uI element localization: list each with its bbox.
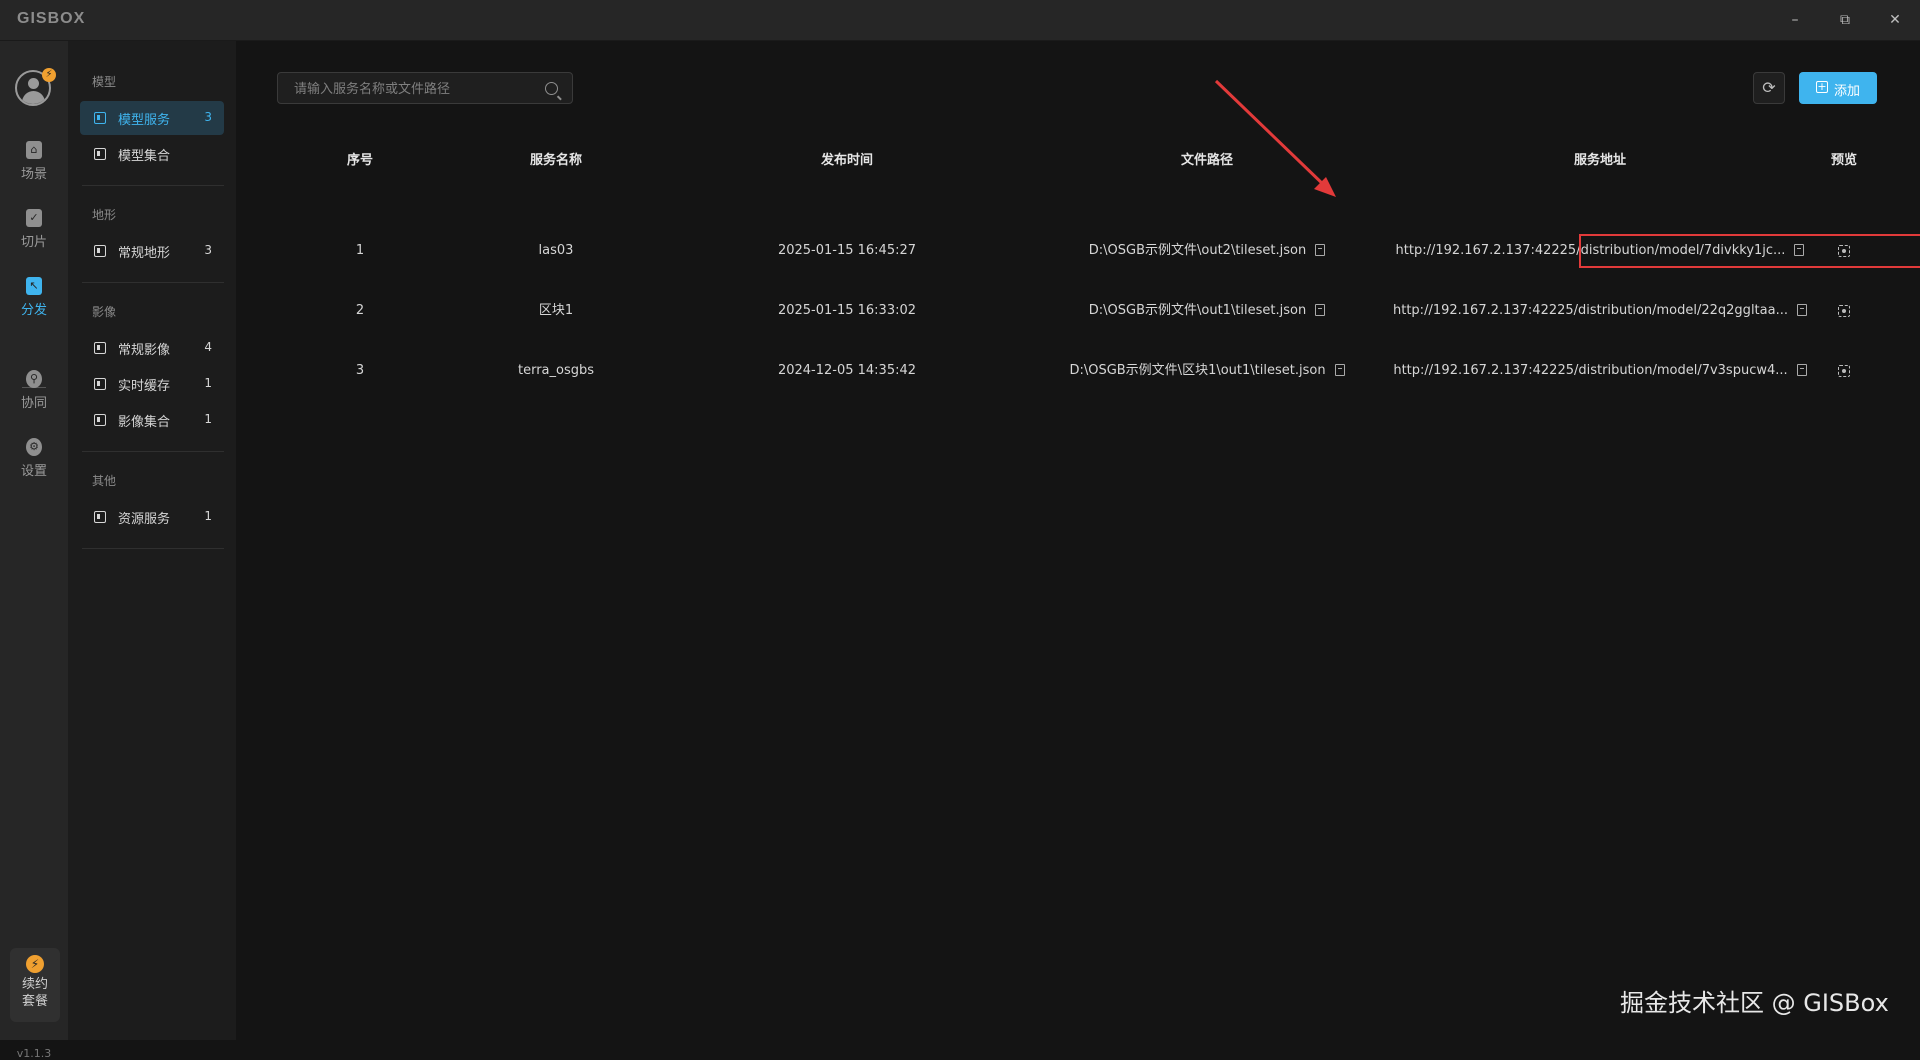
nav-item-label: 常规地形 [118, 246, 171, 261]
plus-icon: + [1816, 80, 1828, 93]
service-url-text[interactable]: http://192.167.2.137:42225/distribution/… [1393, 303, 1788, 318]
rail-item-label: 分发 [20, 303, 47, 318]
model-icon [94, 112, 106, 124]
copy-icon[interactable] [1796, 363, 1807, 376]
watermark: 掘金技术社区 @ GISBox [1620, 989, 1889, 1017]
nav-item-count: 1 [204, 376, 212, 390]
file-path-text: D:\OSGB示例文件\out1\tileset.json [1088, 303, 1307, 318]
resource-icon [94, 511, 106, 523]
rail-item-label: 切片 [20, 235, 47, 250]
nav-item-label: 模型集合 [118, 149, 171, 164]
nav-item-realtime-cache[interactable]: 实时缓存 1 [80, 367, 224, 401]
imagery-collection-icon [94, 414, 106, 426]
row-index: 3 [355, 363, 365, 378]
main-content: ⟳ + 添加 序号 服务名称 发布时间 文件路径 服务地址 预览 1 las03… [236, 41, 1920, 1040]
nav-divider [82, 451, 224, 452]
distribute-icon: ↖ [26, 277, 42, 295]
nav-item-count: 1 [204, 509, 212, 523]
row-index: 2 [355, 303, 365, 318]
settings-icon: ⚙ [26, 438, 42, 456]
scene-icon: ⌂ [26, 141, 42, 159]
collection-icon [94, 148, 106, 160]
nav-divider [82, 185, 224, 186]
refresh-button[interactable]: ⟳ [1753, 72, 1785, 104]
icon-rail: ⚡ ⌂ 场景 ✓ 切片 ↖ 分发 ⚲ 协同 ⚙ 设置 ⚡ 续约 套餐 v1.1.… [0, 41, 68, 1060]
collab-icon: ⚲ [26, 370, 42, 388]
rail-item-scene[interactable]: ⌂ 场景 [0, 141, 68, 182]
rail-item-settings[interactable]: ⚙ 设置 [0, 438, 68, 479]
nav-item-count: 3 [204, 243, 212, 257]
nav-item-resource-service[interactable]: 资源服务 1 [80, 500, 224, 534]
row-preview [1812, 283, 1876, 339]
version-label: v1.1.3 [16, 1047, 52, 1060]
service-nav: 模型 模型服务 3 模型集合 地形 常规地形 3 影像 常规影像 4 实时缓存 … [68, 41, 236, 1040]
file-path-text: D:\OSGB示例文件\区块1\out1\tileset.json [1069, 363, 1326, 378]
nav-group-title: 其他 [92, 474, 117, 488]
nav-group-title: 模型 [92, 75, 117, 89]
nav-item-label: 资源服务 [118, 512, 171, 527]
preview-icon[interactable] [1838, 364, 1850, 377]
nav-divider [82, 282, 224, 283]
row-publish-time: 2024-12-05 14:35:42 [777, 363, 917, 378]
renew-plan-button[interactable]: ⚡ 续约 套餐 [10, 948, 60, 1022]
rail-item-collab[interactable]: ⚲ 协同 [0, 370, 68, 411]
minimize-button[interactable]: – [1780, 8, 1810, 32]
row-file-path: D:\OSGB示例文件\区块1\out1\tileset.json [1026, 343, 1388, 399]
rail-item-label: 场景 [20, 167, 47, 182]
bolt-icon: ⚡ [26, 955, 44, 973]
nav-item-label: 模型服务 [118, 113, 171, 128]
cache-icon [94, 378, 106, 390]
nav-group-title: 地形 [92, 208, 117, 222]
row-preview [1812, 343, 1876, 399]
preview-icon[interactable] [1838, 304, 1850, 317]
row-service-url: http://192.167.2.137:42225/distribution/… [1388, 283, 1812, 339]
add-button[interactable]: + 添加 [1799, 72, 1877, 104]
nav-item-label: 常规影像 [118, 343, 171, 358]
service-url-text[interactable]: http://192.167.2.137:42225/distribution/… [1393, 363, 1787, 378]
close-button[interactable]: ✕ [1880, 8, 1910, 32]
table-row: 3 terra_osgbs 2024-12-05 14:35:42 D:\OSG… [276, 343, 1876, 399]
table-row: 2 区块1 2025-01-15 16:33:02 D:\OSGB示例文件\ou… [276, 283, 1876, 339]
nav-item-count: 1 [204, 412, 212, 426]
nav-item-model-service[interactable]: 模型服务 3 [80, 101, 224, 135]
nav-item-terrain[interactable]: 常规地形 3 [80, 234, 224, 268]
copy-icon[interactable] [1796, 303, 1807, 316]
red-arrow-icon [1214, 79, 1336, 197]
maximize-button[interactable]: ⧉ [1830, 8, 1860, 32]
rail-item-distribute[interactable]: ↖ 分发 [0, 277, 68, 318]
add-button-label: 添加 [1834, 84, 1861, 99]
app-logo: GISBOX [17, 10, 86, 27]
renew-label: 续约 [21, 977, 48, 992]
renew-label: 套餐 [21, 994, 48, 1009]
column-header-preview: 预览 [1830, 153, 1857, 168]
rail-item-label: 设置 [20, 464, 47, 479]
nav-item-imagery[interactable]: 常规影像 4 [80, 331, 224, 365]
rail-item-label: 协同 [20, 396, 47, 411]
nav-item-model-collection[interactable]: 模型集合 [80, 137, 224, 171]
nav-item-count: 4 [204, 340, 212, 354]
nav-group-title: 影像 [92, 305, 117, 319]
row-file-path: D:\OSGB示例文件\out1\tileset.json [1026, 283, 1388, 339]
nav-item-label: 影像集合 [118, 415, 171, 430]
imagery-icon [94, 342, 106, 354]
copy-icon[interactable] [1334, 363, 1345, 376]
nav-divider [82, 548, 224, 549]
copy-icon[interactable] [1315, 303, 1326, 316]
slice-icon: ✓ [26, 209, 42, 227]
row-service-name: terra_osgbs [517, 363, 595, 378]
row-publish-time: 2025-01-15 16:33:02 [777, 303, 917, 318]
terrain-icon [94, 245, 106, 257]
nav-item-imagery-collection[interactable]: 影像集合 1 [80, 403, 224, 437]
row-service-name: 区块1 [538, 303, 574, 318]
nav-item-count: 3 [204, 110, 212, 124]
row-service-url: http://192.167.2.137:42225/distribution/… [1388, 343, 1812, 399]
nav-item-label: 实时缓存 [118, 379, 171, 394]
vip-badge-icon: ⚡ [42, 68, 56, 82]
rail-item-slice[interactable]: ✓ 切片 [0, 209, 68, 250]
title-bar: GISBOX – ⧉ ✕ [0, 0, 1920, 41]
